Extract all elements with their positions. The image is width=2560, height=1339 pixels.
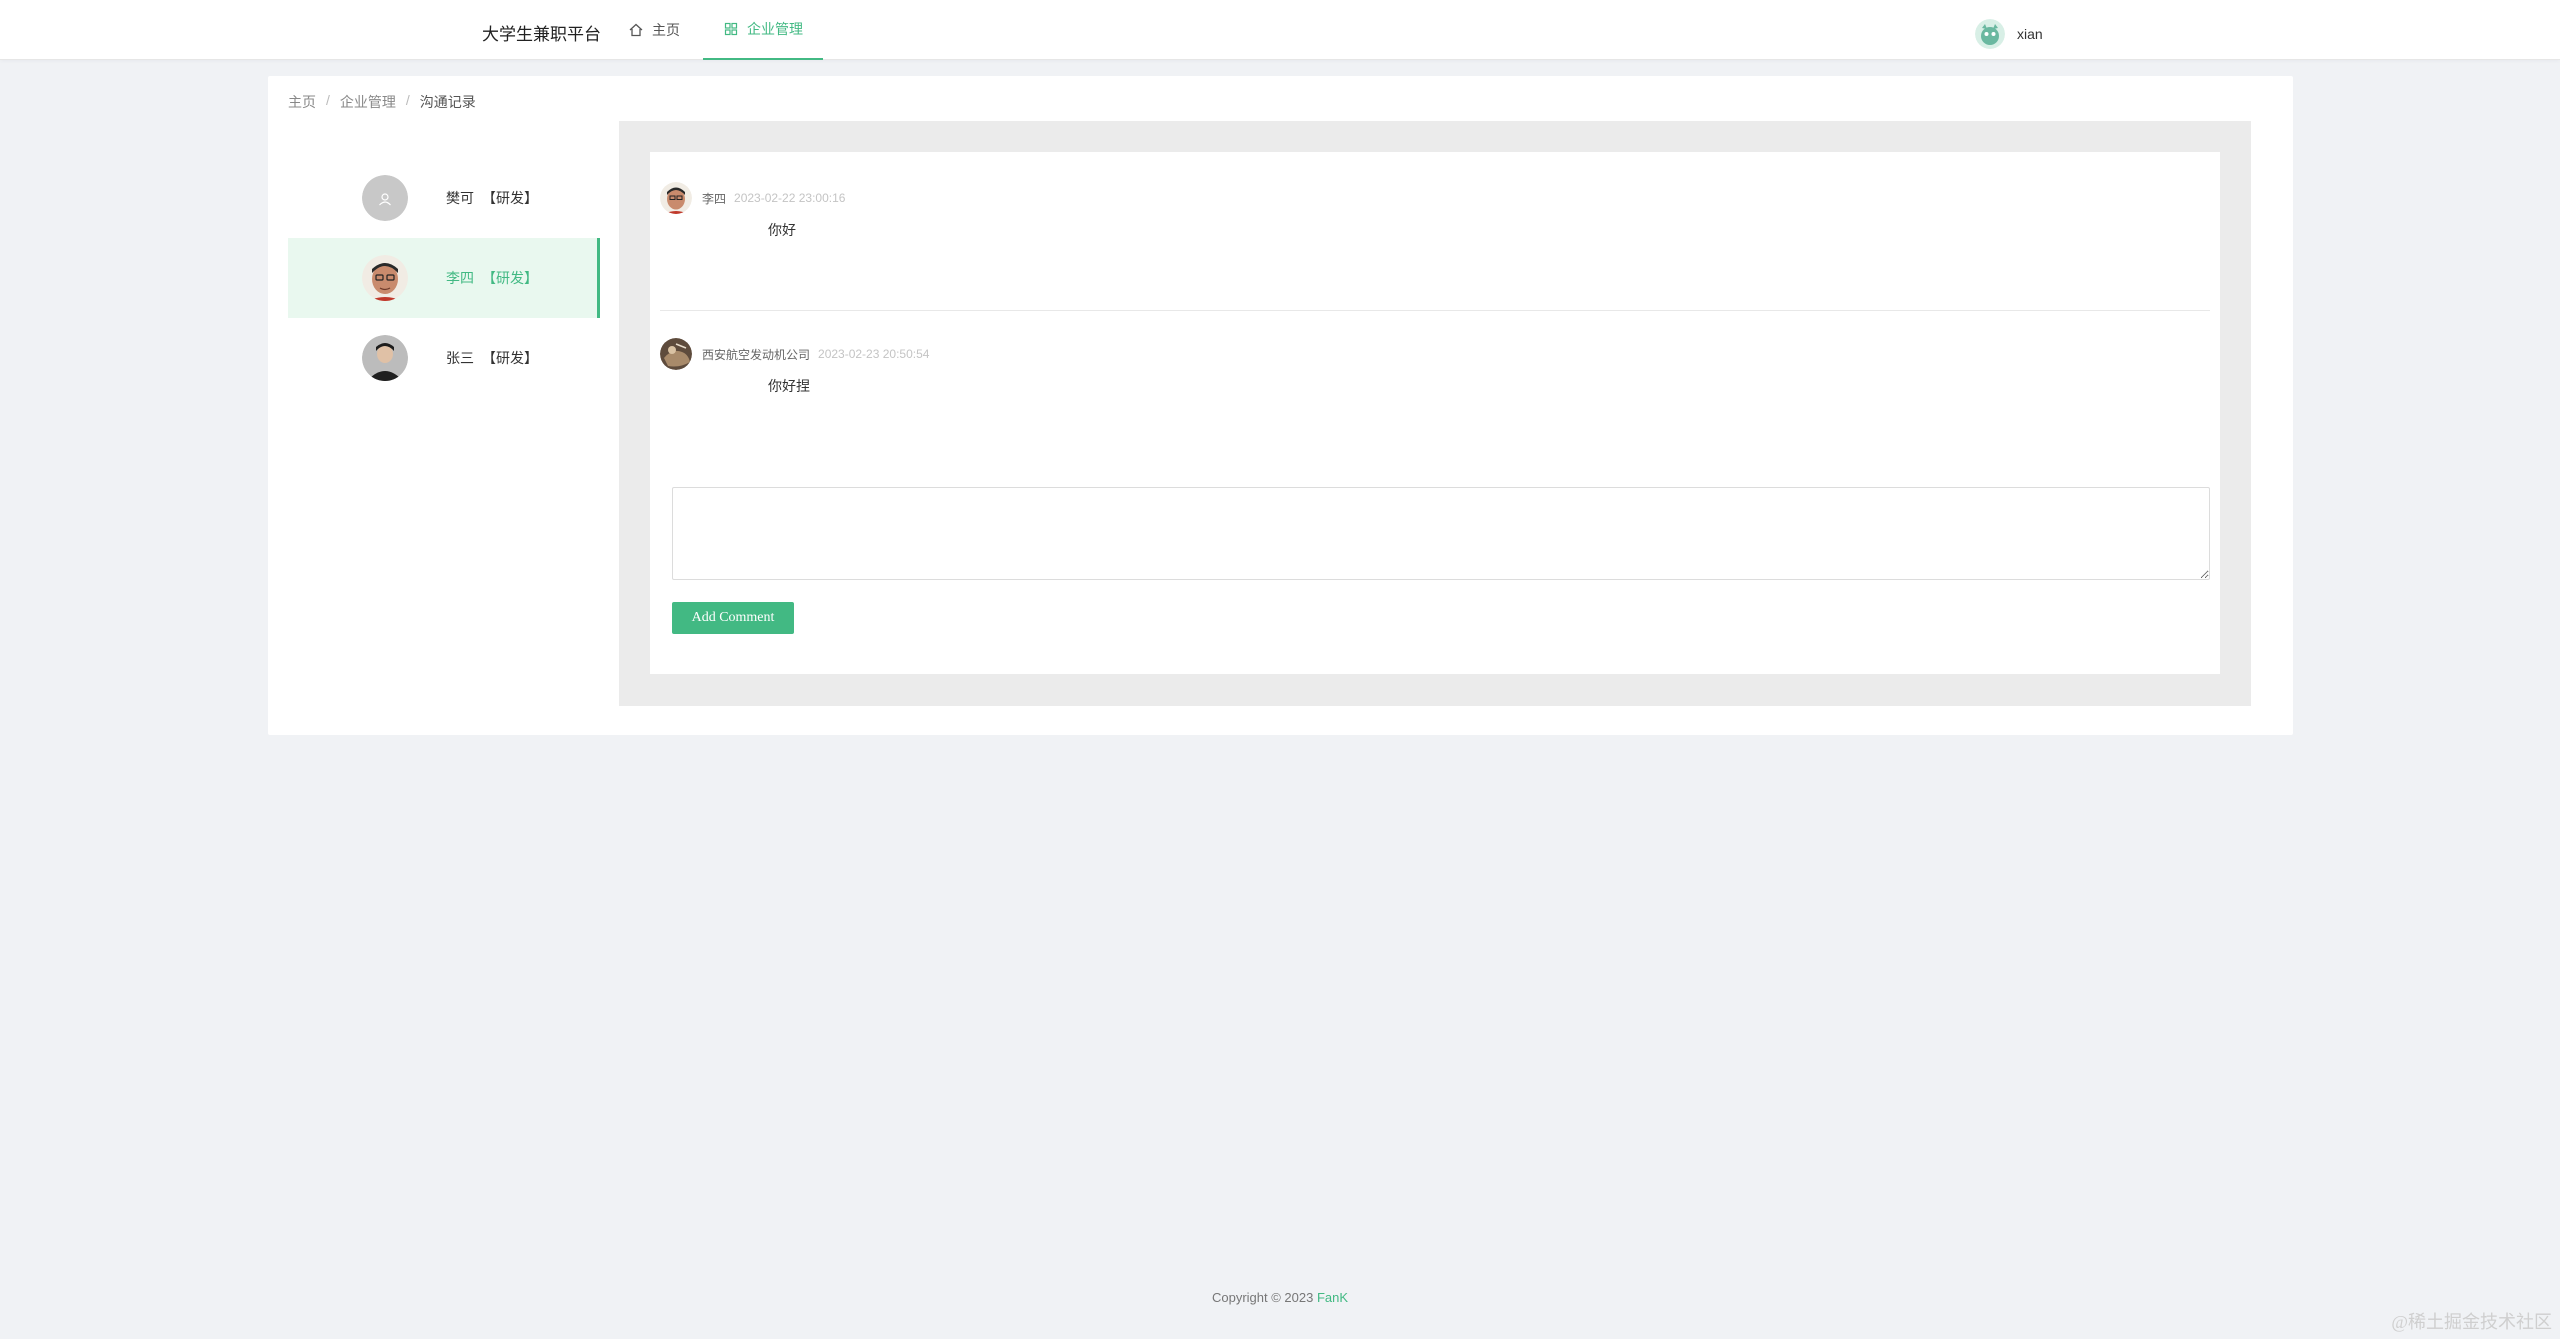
nav-home[interactable]: 主页 — [628, 0, 680, 60]
message-time: 2023-02-23 20:50:54 — [818, 347, 930, 361]
contact-item-lisi[interactable]: 李四 【研发】 — [288, 238, 600, 318]
contact-tag: 【研发】 — [482, 350, 538, 366]
contact-tag: 【研发】 — [482, 270, 538, 286]
breadcrumb-separator: / — [405, 92, 410, 108]
breadcrumb-current: 沟通记录 — [419, 94, 476, 110]
contact-avatar — [362, 335, 408, 381]
breadcrumb: 主页 / 企业管理 / 沟通记录 — [288, 92, 476, 112]
chat-panel: 李四 2023-02-22 23:00:16 你好 西安航空发动机公司 2023… — [619, 121, 2251, 706]
user-menu[interactable]: xian — [1975, 19, 2043, 49]
message-author: 李四 — [702, 191, 727, 206]
breadcrumb-company[interactable]: 企业管理 — [340, 92, 396, 112]
chat-content: 李四 2023-02-22 23:00:16 你好 西安航空发动机公司 2023… — [650, 152, 2220, 674]
contact-avatar — [362, 255, 408, 301]
contact-tag: 【研发】 — [482, 190, 538, 206]
user-avatar[interactable] — [1975, 19, 2005, 49]
contact-name: 李四 — [446, 270, 474, 286]
contact-avatar — [362, 175, 408, 221]
contact-name: 张三 — [446, 350, 474, 366]
message-text: 你好 — [768, 222, 796, 238]
home-icon — [628, 22, 644, 38]
add-comment-button[interactable]: Add Comment — [672, 602, 794, 634]
breadcrumb-separator: / — [326, 92, 330, 108]
comment-input[interactable] — [672, 487, 2210, 580]
footer-copyright: Copyright © 2023 — [1211, 1290, 1314, 1305]
message-header: 李四 2023-02-22 23:00:16 — [660, 182, 2210, 214]
nav-company-management[interactable]: 企业管理 — [703, 0, 823, 60]
contact-list: 樊可 【研发】 李四 【研发】 张三 【研发】 — [288, 158, 600, 398]
message-item: 西安航空发动机公司 2023-02-23 20:50:54 你好捏 — [660, 338, 2210, 396]
main-card: 主页 / 企业管理 / 沟通记录 樊可 【研发】 李四 【研发】 张三 【研发】… — [268, 76, 2293, 735]
nav-home-label: 主页 — [652, 22, 680, 38]
message-item: 李四 2023-02-22 23:00:16 你好 — [660, 182, 2210, 240]
message-text: 你好捏 — [768, 378, 810, 394]
nav-company-label: 企业管理 — [747, 21, 803, 37]
message-author: 西安航空发动机公司 — [702, 347, 811, 362]
message-avatar — [660, 182, 692, 214]
watermark: @稀土掘金技术社区 — [2391, 1312, 2552, 1332]
contact-item-zhangsan[interactable]: 张三 【研发】 — [288, 318, 600, 398]
message-avatar — [660, 338, 692, 370]
grid-icon — [723, 21, 739, 37]
brand-title[interactable]: 大学生兼职平台 — [482, 20, 601, 45]
message-header: 西安航空发动机公司 2023-02-23 20:50:54 — [660, 338, 2210, 370]
contact-name: 樊可 — [446, 190, 474, 206]
message-time: 2023-02-22 23:00:16 — [734, 191, 846, 205]
top-navbar: 大学生兼职平台 主页 企业管理 xian — [0, 0, 2560, 60]
breadcrumb-home[interactable]: 主页 — [288, 92, 316, 112]
footer: Copyright © 2023 FanK — [0, 1290, 2560, 1305]
user-name: xian — [2017, 26, 2043, 42]
contact-item-fanke[interactable]: 樊可 【研发】 — [288, 158, 600, 238]
footer-author-link[interactable]: FanK — [1317, 1290, 1348, 1305]
message-divider — [660, 310, 2210, 311]
